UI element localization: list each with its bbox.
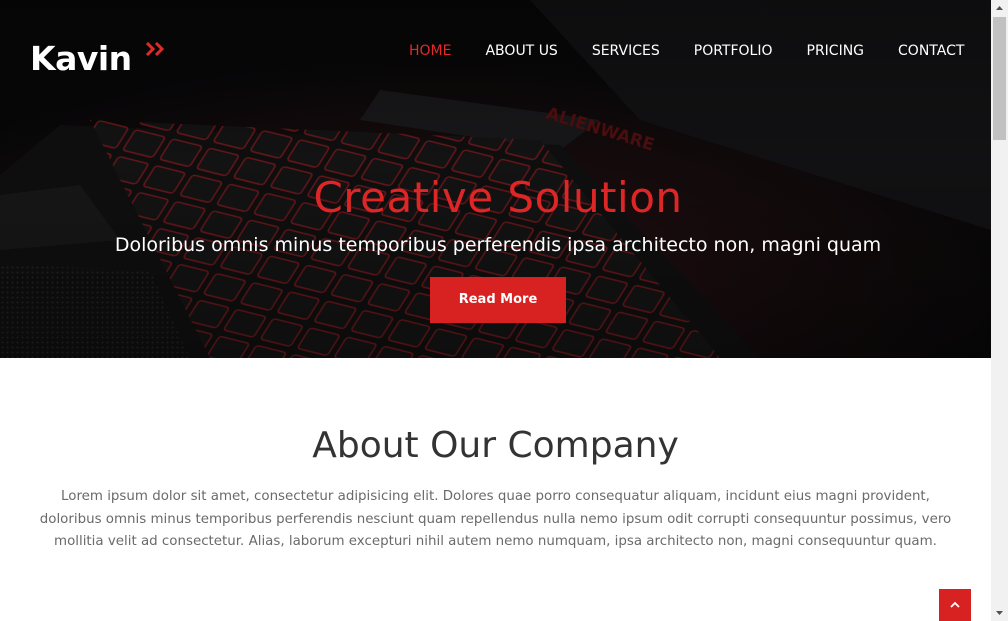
back-to-top-button[interactable] [939, 589, 971, 621]
scroll-up-arrow-icon[interactable] [991, 0, 1008, 17]
hero-subtitle: Doloribus omnis minus temporibus perfere… [114, 234, 882, 256]
scroll-down-arrow-icon[interactable] [991, 604, 1008, 621]
chevron-up-icon [950, 601, 960, 608]
page: ALIENWARE Kavin HOME ABOUT US SERVICES P… [0, 0, 991, 621]
read-more-button[interactable]: Read More [430, 277, 566, 323]
main-nav: HOME ABOUT US SERVICES PORTFOLIO PRICING… [409, 41, 964, 61]
hero-title: Creative Solution [313, 173, 683, 222]
scrollbar-thumb[interactable] [993, 17, 1006, 140]
brand-name: Kavin [30, 39, 132, 78]
nav-item-about-us[interactable]: ABOUT US [485, 41, 557, 61]
brand-logo[interactable]: Kavin [30, 39, 165, 80]
nav-item-services[interactable]: SERVICES [592, 41, 660, 61]
hero-section: ALIENWARE Kavin HOME ABOUT US SERVICES P… [0, 0, 991, 358]
nav-item-contact[interactable]: CONTACT [898, 41, 964, 61]
vertical-scrollbar[interactable] [991, 0, 1008, 621]
double-chevron-icon [145, 42, 165, 56]
nav-item-home[interactable]: HOME [409, 41, 451, 61]
nav-item-pricing[interactable]: PRICING [807, 41, 865, 61]
about-title: About Our Company [312, 425, 679, 466]
about-text: Lorem ipsum dolor sit amet, consectetur … [39, 489, 952, 550]
nav-item-portfolio[interactable]: PORTFOLIO [694, 41, 773, 61]
